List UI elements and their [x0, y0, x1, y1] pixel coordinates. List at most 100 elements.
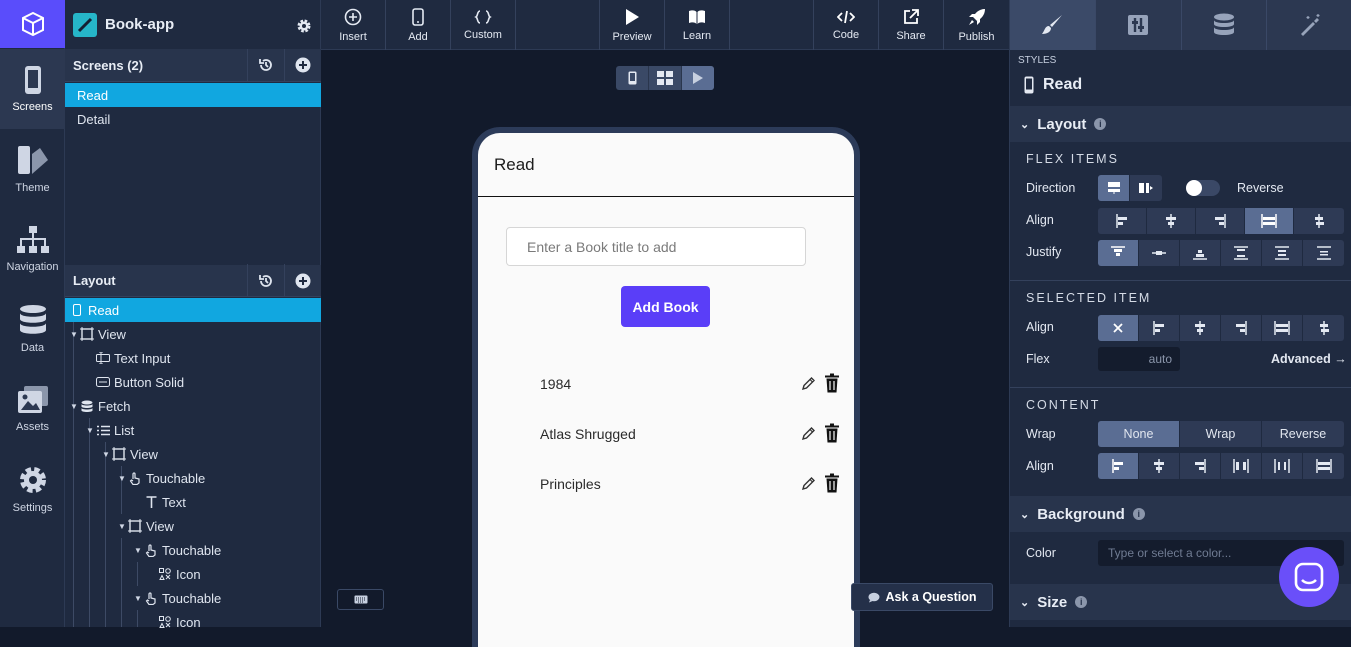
chevron-down-icon[interactable]: ▼ — [133, 546, 143, 555]
wrap-none-option[interactable]: None — [1098, 421, 1180, 447]
project-settings-gear-icon[interactable] — [296, 18, 312, 34]
info-icon[interactable]: i — [1132, 508, 1145, 520]
screen-item-read[interactable]: Read — [65, 83, 321, 107]
tree-node-text-input[interactable]: Text Input — [65, 346, 321, 370]
justify-evenly-icon[interactable] — [1303, 240, 1344, 266]
rail-navigation[interactable]: Navigation — [0, 209, 65, 289]
publish-button[interactable]: Publish — [944, 0, 1009, 50]
share-button[interactable]: Share — [879, 0, 944, 50]
add-screen-icon[interactable] — [284, 48, 321, 82]
tab-magic[interactable] — [1267, 0, 1351, 50]
justify-center-icon[interactable] — [1139, 240, 1180, 266]
app-logo-icon[interactable] — [0, 0, 65, 48]
align-content-stretch-icon[interactable] — [1303, 453, 1344, 479]
align-start-icon[interactable] — [1098, 208, 1147, 234]
support-chat-button[interactable] — [1279, 547, 1339, 607]
justify-start-icon[interactable] — [1098, 240, 1139, 266]
chevron-down-icon[interactable]: ▼ — [117, 522, 127, 531]
tree-node-touchable[interactable]: ▼ Touchable — [65, 538, 321, 562]
pencil-icon[interactable] — [801, 376, 816, 391]
add-component-icon[interactable] — [284, 264, 321, 297]
device-grid-icon[interactable] — [649, 66, 682, 90]
align-self-none-icon[interactable] — [1098, 315, 1139, 341]
reverse-toggle[interactable] — [1186, 180, 1220, 196]
book-list-item[interactable]: Atlas Shrugged — [540, 419, 840, 449]
trash-icon[interactable] — [824, 373, 840, 393]
rail-theme[interactable]: Theme — [0, 129, 65, 209]
add-button[interactable]: Add — [386, 0, 451, 50]
code-button[interactable]: Code — [814, 0, 879, 50]
chevron-down-icon[interactable]: ▼ — [101, 450, 111, 459]
align-stretch-icon[interactable] — [1245, 208, 1294, 234]
flex-input[interactable]: auto — [1098, 347, 1180, 371]
advanced-link[interactable]: Advanced → — [1271, 352, 1347, 366]
tab-styles[interactable] — [1010, 0, 1096, 50]
chevron-down-icon[interactable]: ▼ — [69, 330, 79, 339]
learn-button[interactable]: Learn — [665, 0, 730, 50]
layout-section-header[interactable]: ⌄ Layout i — [1010, 106, 1351, 142]
justify-around-icon[interactable] — [1262, 240, 1303, 266]
align-self-end-icon[interactable] — [1221, 315, 1262, 341]
tree-node-view[interactable]: ▼ View — [65, 514, 321, 538]
align-content-between-icon[interactable] — [1221, 453, 1262, 479]
book-title-input[interactable]: Enter a Book title to add — [506, 227, 806, 266]
rail-data[interactable]: Data — [0, 289, 65, 369]
keyboard-toggle[interactable] — [337, 589, 384, 610]
wrap-wrap-option[interactable]: Wrap — [1180, 421, 1262, 447]
rail-settings[interactable]: Settings — [0, 449, 65, 529]
history-icon[interactable] — [247, 264, 284, 297]
justify-between-icon[interactable] — [1221, 240, 1262, 266]
pencil-icon[interactable] — [801, 476, 816, 491]
info-icon[interactable]: i — [1075, 596, 1088, 608]
history-icon[interactable] — [247, 48, 284, 82]
ask-question-button[interactable]: Ask a Question — [851, 583, 993, 611]
device-phone-icon[interactable] — [616, 66, 649, 90]
chevron-down-icon[interactable]: ▼ — [117, 474, 127, 483]
tree-node-text[interactable]: Text — [65, 490, 321, 514]
align-end-icon[interactable] — [1196, 208, 1245, 234]
chevron-down-icon[interactable]: ▼ — [85, 426, 95, 435]
project-name[interactable]: Book-app — [105, 16, 174, 33]
align-content-center-icon[interactable] — [1139, 453, 1180, 479]
wrap-reverse-option[interactable]: Reverse — [1262, 421, 1344, 447]
justify-end-icon[interactable] — [1180, 240, 1221, 266]
tree-node-view[interactable]: ▼ View — [65, 322, 321, 346]
direction-column-icon[interactable] — [1098, 175, 1130, 201]
align-self-start-icon[interactable] — [1139, 315, 1180, 341]
tree-node-read[interactable]: Read — [65, 298, 321, 322]
book-list-item[interactable]: 1984 — [540, 369, 840, 399]
tree-node-touchable[interactable]: ▼ Touchable — [65, 466, 321, 490]
info-icon[interactable]: i — [1094, 118, 1107, 130]
align-content-around-icon[interactable] — [1262, 453, 1303, 479]
direction-row-icon[interactable] — [1130, 175, 1162, 201]
add-book-button[interactable]: Add Book — [621, 286, 710, 327]
tree-node-button-solid[interactable]: Button Solid — [65, 370, 321, 394]
align-self-baseline-icon[interactable] — [1303, 315, 1344, 341]
align-self-stretch-icon[interactable] — [1262, 315, 1303, 341]
trash-icon[interactable] — [824, 423, 840, 443]
tab-data[interactable] — [1182, 0, 1268, 50]
insert-button[interactable]: Insert — [321, 0, 386, 50]
background-section-header[interactable]: ⌄ Background i — [1010, 496, 1351, 532]
align-self-center-icon[interactable] — [1180, 315, 1221, 341]
tab-layout-config[interactable] — [1096, 0, 1182, 50]
custom-button[interactable]: Custom — [451, 0, 516, 50]
tree-node-fetch[interactable]: ▼ Fetch — [65, 394, 321, 418]
pencil-icon[interactable] — [801, 426, 816, 441]
book-list-item[interactable]: Principles — [540, 469, 840, 499]
chevron-down-icon[interactable]: ▼ — [133, 594, 143, 603]
rail-assets[interactable]: Assets — [0, 369, 65, 449]
preview-button[interactable]: Preview — [600, 0, 665, 50]
screen-item-detail[interactable]: Detail — [65, 107, 321, 131]
tree-node-icon[interactable]: Icon — [65, 562, 321, 586]
device-play-icon[interactable] — [682, 66, 714, 90]
rail-screens[interactable]: Screens — [0, 49, 65, 129]
tree-node-list[interactable]: ▼ List — [65, 418, 321, 442]
align-content-start-icon[interactable] — [1098, 453, 1139, 479]
tree-node-icon[interactable]: Icon — [65, 610, 321, 634]
align-baseline-icon[interactable] — [1294, 208, 1344, 234]
chevron-down-icon[interactable]: ▼ — [69, 402, 79, 411]
align-content-end-icon[interactable] — [1180, 453, 1221, 479]
tree-node-view[interactable]: ▼ View — [65, 442, 321, 466]
align-center-icon[interactable] — [1147, 208, 1196, 234]
